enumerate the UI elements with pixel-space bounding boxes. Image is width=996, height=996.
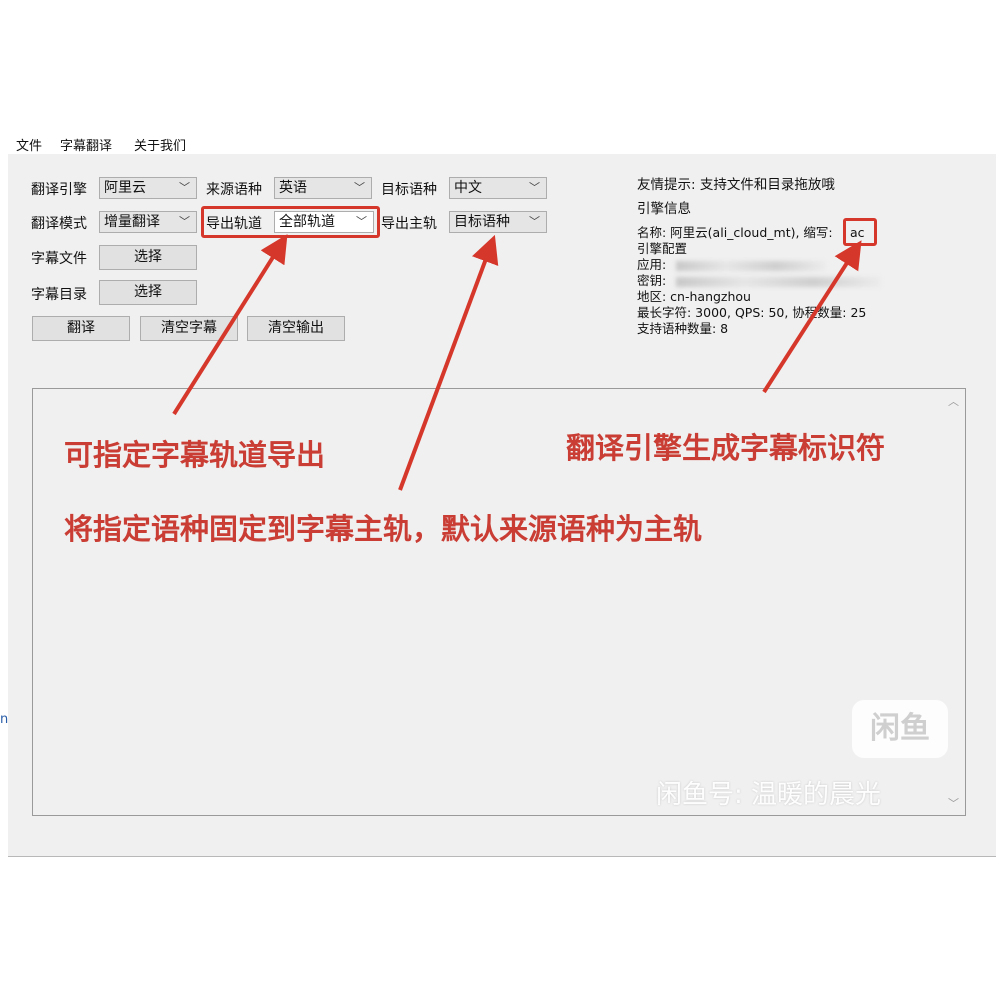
main-track-select[interactable]: 目标语种 ﹀ bbox=[449, 211, 547, 233]
source-lang-value: 英语 bbox=[279, 180, 307, 196]
target-lang-select[interactable]: 中文 ﹀ bbox=[449, 177, 547, 199]
track-annotation: 可指定字幕轨道导出 bbox=[64, 438, 326, 472]
menu-file[interactable]: 文件 bbox=[16, 135, 42, 154]
watermark-text: 闲鱼号: 温暖的晨光 bbox=[656, 780, 882, 810]
key-label: 密钥: bbox=[637, 273, 667, 288]
engine-select[interactable]: 阿里云 ﹀ bbox=[99, 177, 197, 199]
source-lang-select[interactable]: 英语 ﹀ bbox=[274, 177, 372, 199]
engine-config-title: 引擎配置 bbox=[637, 241, 688, 256]
watermark-logo: 闲鱼 bbox=[852, 700, 948, 758]
target-lang-value: 中文 bbox=[454, 180, 482, 196]
redacted-key bbox=[676, 277, 881, 287]
scroll-down-icon[interactable]: ﹀ bbox=[948, 795, 959, 811]
chevron-down-icon: ﹀ bbox=[179, 215, 190, 228]
main-track-value: 目标语种 bbox=[454, 214, 510, 230]
main-track-label: 导出主轨 bbox=[381, 216, 437, 232]
app-label: 应用: bbox=[637, 257, 667, 272]
engine-name-line: 名称: 阿里云(ali_cloud_mt), 缩写: bbox=[637, 225, 833, 240]
redacted-app bbox=[676, 261, 826, 271]
choose-dir-button[interactable]: 选择 bbox=[99, 280, 197, 305]
engine-info-title: 引擎信息 bbox=[637, 201, 691, 217]
chevron-down-icon: ﹀ bbox=[529, 215, 540, 228]
menu-bar: 文件 字幕翻译 关于我们 bbox=[8, 132, 996, 154]
engine-value: 阿里云 bbox=[104, 180, 146, 196]
clear-subtitles-button[interactable]: 清空字幕 bbox=[140, 316, 238, 341]
tip-text: 友情提示: 支持文件和目录拖放哦 bbox=[637, 177, 835, 193]
track-highlight-box bbox=[201, 206, 380, 238]
lang-count-line: 支持语种数量: 8 bbox=[637, 321, 729, 336]
mode-select[interactable]: 增量翻译 ﹀ bbox=[99, 211, 197, 233]
chevron-down-icon: ﹀ bbox=[179, 181, 190, 194]
abbr-annotation: 翻译引擎生成字幕标识符 bbox=[566, 431, 886, 465]
chevron-down-icon: ﹀ bbox=[529, 181, 540, 194]
edge-fragment: n bbox=[0, 712, 9, 727]
scroll-up-icon[interactable]: ︿ bbox=[948, 393, 959, 409]
target-lang-label: 目标语种 bbox=[381, 182, 437, 198]
translate-button[interactable]: 翻译 bbox=[32, 316, 130, 341]
subtitle-file-label: 字幕文件 bbox=[31, 251, 87, 267]
engine-label: 翻译引擎 bbox=[31, 182, 87, 198]
mode-label: 翻译模式 bbox=[31, 216, 87, 232]
limits-line: 最长字符: 3000, QPS: 50, 协程数量: 25 bbox=[637, 305, 867, 320]
chevron-down-icon: ﹀ bbox=[354, 181, 365, 194]
choose-file-button[interactable]: 选择 bbox=[99, 245, 197, 270]
mode-value: 增量翻译 bbox=[104, 214, 160, 230]
subtitle-dir-label: 字幕目录 bbox=[31, 287, 87, 303]
clear-output-button[interactable]: 清空输出 bbox=[247, 316, 345, 341]
region-line: 地区: cn-hangzhou bbox=[637, 289, 751, 304]
abbr-highlight-box bbox=[843, 218, 877, 246]
main-track-annotation: 将指定语种固定到字幕主轨，默认来源语种为主轨 bbox=[64, 512, 703, 546]
menu-about[interactable]: 关于我们 bbox=[134, 135, 186, 154]
menu-subtitle-translate[interactable]: 字幕翻译 bbox=[60, 135, 112, 154]
source-lang-label: 来源语种 bbox=[206, 182, 262, 198]
